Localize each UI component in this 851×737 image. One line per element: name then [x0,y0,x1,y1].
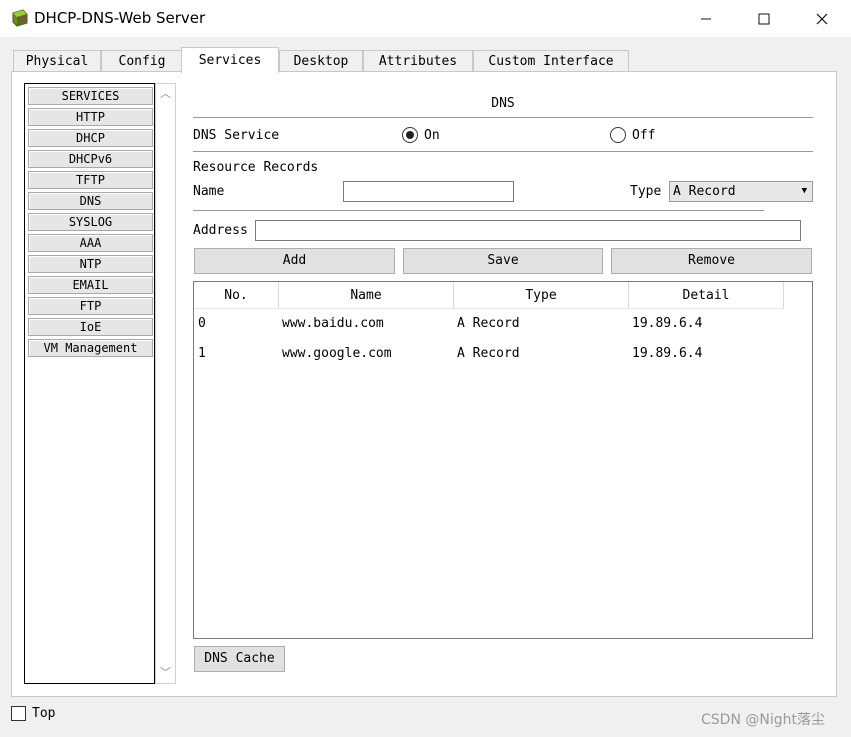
tab-config[interactable]: Config [101,50,183,72]
service-item-ioe[interactable]: IoE [28,318,153,336]
minimize-icon [701,18,711,19]
service-item-email[interactable]: EMAIL [28,276,153,294]
row-name: www.google.com [282,346,392,361]
tab-label: Services [198,53,262,68]
service-item-dhcpv6[interactable]: DHCPv6 [28,150,153,168]
dns-service-label: DNS Service [193,128,280,143]
row-type: A Record [457,316,520,331]
column-header-detail[interactable]: Detail [629,282,784,309]
tab-services[interactable]: Services [181,47,279,73]
scroll-down-icon[interactable]: ﹀ [156,663,175,683]
tab-label: Desktop [293,54,349,69]
save-button[interactable]: Save [403,248,603,274]
service-item-aaa[interactable]: AAA [28,234,153,252]
title-bar: DHCP-DNS-Web Server [0,0,851,37]
row-type: A Record [457,346,520,361]
type-select-value: A Record [673,184,736,199]
tab-label: Physical [25,54,89,69]
services-list: SERVICES HTTP DHCP DHCPv6 TFTP DNS SYSLO… [24,83,155,684]
services-scrollbar[interactable]: ︿ ﹀ [155,83,176,684]
row-no: 0 [198,316,206,331]
tab-custom-interface[interactable]: Custom Interface [473,50,629,72]
row-detail: 19.89.6.4 [632,346,703,361]
type-label: Type [630,184,662,199]
scroll-up-icon[interactable]: ︿ [156,84,175,104]
watermark: CSDN @Night落尘 [701,712,825,728]
remove-button[interactable]: Remove [611,248,812,274]
dns-on-radio[interactable] [402,127,418,143]
column-header-name[interactable]: Name [279,282,454,309]
row-detail: 19.89.6.4 [632,316,703,331]
tab-label: Config [118,54,166,69]
table-row[interactable]: 1 www.google.com A Record 19.89.6.4 [194,342,812,368]
divider [193,210,764,211]
name-label: Name [193,184,225,199]
dns-records-table: No. Name Type Detail 0 www.baidu.com A R… [193,281,813,639]
address-input[interactable] [255,220,801,241]
service-item-syslog[interactable]: SYSLOG [28,213,153,231]
minimize-button[interactable] [677,0,735,37]
service-item-ntp[interactable]: NTP [28,255,153,273]
chevron-down-icon: ▼ [801,186,807,196]
window-title: DHCP-DNS-Web Server [34,9,206,27]
service-item-dns[interactable]: DNS [28,192,153,210]
dns-off-radio[interactable] [610,127,626,143]
maximize-icon [758,13,770,24]
dns-section-title: DNS [491,96,515,111]
column-header-no[interactable]: No. [194,282,279,309]
service-item-http[interactable]: HTTP [28,108,153,126]
type-select[interactable]: A Record ▼ [669,181,813,202]
tab-attributes[interactable]: Attributes [363,50,473,72]
row-name: www.baidu.com [282,316,384,331]
dns-off-label: Off [632,128,656,143]
service-item-tftp[interactable]: TFTP [28,171,153,189]
close-icon [816,13,828,24]
name-input[interactable] [343,181,514,202]
top-checkbox[interactable] [11,706,26,721]
close-button[interactable] [793,0,851,37]
service-item-vm-management[interactable]: VM Management [28,339,153,357]
add-button[interactable]: Add [194,248,395,274]
tab-label: Custom Interface [488,54,614,69]
maximize-button[interactable] [735,0,793,37]
resource-records-label: Resource Records [193,160,319,175]
tab-desktop[interactable]: Desktop [279,50,363,72]
service-item-dhcp[interactable]: DHCP [28,129,153,147]
row-no: 1 [198,346,206,361]
dns-cache-button[interactable]: DNS Cache [194,646,285,672]
service-item-ftp[interactable]: FTP [28,297,153,315]
divider [193,151,813,152]
top-checkbox-label: Top [32,706,56,721]
address-label: Address [193,223,248,238]
tab-physical[interactable]: Physical [13,50,101,72]
column-header-type[interactable]: Type [454,282,629,309]
divider [193,117,813,118]
table-row[interactable]: 0 www.baidu.com A Record 19.89.6.4 [194,312,812,338]
tab-label: Attributes [378,54,458,69]
dns-on-label: On [424,128,440,143]
radio-selected-dot [406,131,414,139]
router-server-icon [12,9,28,27]
services-header: SERVICES [28,87,153,105]
